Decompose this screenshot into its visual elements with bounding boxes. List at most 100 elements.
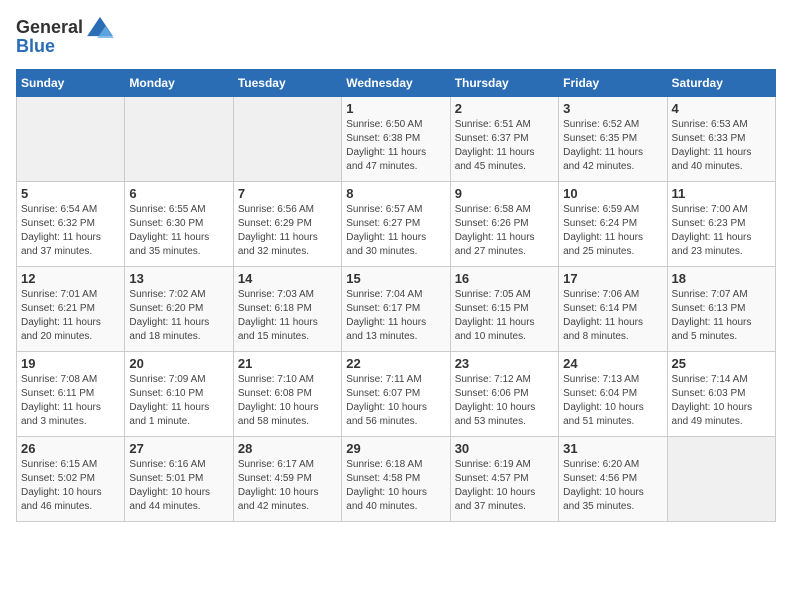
day-info: Sunrise: 7:01 AM Sunset: 6:21 PM Dayligh… [21,288,120,344]
day-info: Sunrise: 6:51 AM Sunset: 6:37 PM Dayligh… [455,118,554,174]
day-info: Sunrise: 6:59 AM Sunset: 6:24 PM Dayligh… [563,203,662,259]
day-number: 10 [563,186,662,201]
day-info: Sunrise: 6:55 AM Sunset: 6:30 PM Dayligh… [129,203,228,259]
page-header: General Blue [16,16,776,57]
calendar-week-row: 12 Sunrise: 7:01 AM Sunset: 6:21 PM Dayli… [17,267,776,352]
calendar-cell [17,97,125,182]
day-info: Sunrise: 6:58 AM Sunset: 6:26 PM Dayligh… [455,203,554,259]
day-number: 12 [21,271,120,286]
calendar-cell: 11 Sunrise: 7:00 AM Sunset: 6:23 PM Dayli… [667,182,775,267]
day-info: Sunrise: 7:07 AM Sunset: 6:13 PM Dayligh… [672,288,771,344]
day-info: Sunrise: 7:03 AM Sunset: 6:18 PM Dayligh… [238,288,337,344]
weekday-header: Tuesday [233,70,341,97]
day-number: 7 [238,186,337,201]
calendar-cell: 29 Sunrise: 6:18 AM Sunset: 4:58 PM Dayli… [342,437,450,522]
day-number: 1 [346,101,445,116]
logo-general-text: General [16,17,83,38]
day-number: 23 [455,356,554,371]
calendar-cell: 7 Sunrise: 6:56 AM Sunset: 6:29 PM Daylig… [233,182,341,267]
calendar-cell: 15 Sunrise: 7:04 AM Sunset: 6:17 PM Dayli… [342,267,450,352]
calendar-cell: 31Sunrise: 6:20 AM Sunset: 4:56 PM Dayli… [559,437,667,522]
calendar-cell: 9 Sunrise: 6:58 AM Sunset: 6:26 PM Daylig… [450,182,558,267]
calendar-cell: 10 Sunrise: 6:59 AM Sunset: 6:24 PM Dayli… [559,182,667,267]
day-info: Sunrise: 7:09 AM Sunset: 6:10 PM Dayligh… [129,373,228,429]
calendar-cell [125,97,233,182]
calendar-cell: 17Sunrise: 7:06 AM Sunset: 6:14 PM Dayli… [559,267,667,352]
calendar-cell: 27Sunrise: 6:16 AM Sunset: 5:01 PM Dayli… [125,437,233,522]
day-info: Sunrise: 7:04 AM Sunset: 6:17 PM Dayligh… [346,288,445,344]
weekday-header: Thursday [450,70,558,97]
day-number: 27 [129,441,228,456]
day-number: 19 [21,356,120,371]
day-number: 24 [563,356,662,371]
logo: General Blue [16,16,114,57]
calendar-cell: 20 Sunrise: 7:09 AM Sunset: 6:10 PM Dayli… [125,352,233,437]
calendar-cell: 8Sunrise: 6:57 AM Sunset: 6:27 PM Daylig… [342,182,450,267]
calendar-week-row: 19Sunrise: 7:08 AM Sunset: 6:11 PM Dayli… [17,352,776,437]
calendar-cell: 16 Sunrise: 7:05 AM Sunset: 6:15 PM Dayli… [450,267,558,352]
day-info: Sunrise: 7:02 AM Sunset: 6:20 PM Dayligh… [129,288,228,344]
day-number: 20 [129,356,228,371]
calendar-cell: 30 Sunrise: 6:19 AM Sunset: 4:57 PM Dayli… [450,437,558,522]
calendar-cell: 26 Sunrise: 6:15 AM Sunset: 5:02 PM Dayli… [17,437,125,522]
calendar-cell: 13 Sunrise: 7:02 AM Sunset: 6:20 PM Dayli… [125,267,233,352]
day-number: 21 [238,356,337,371]
day-number: 26 [21,441,120,456]
day-number: 28 [238,441,337,456]
day-number: 30 [455,441,554,456]
calendar-cell [667,437,775,522]
day-info: Sunrise: 6:19 AM Sunset: 4:57 PM Dayligh… [455,458,554,514]
day-info: Sunrise: 7:00 AM Sunset: 6:23 PM Dayligh… [672,203,771,259]
day-number: 25 [672,356,771,371]
day-info: Sunrise: 6:54 AM Sunset: 6:32 PM Dayligh… [21,203,120,259]
calendar-week-row: 26 Sunrise: 6:15 AM Sunset: 5:02 PM Dayli… [17,437,776,522]
calendar-cell: 21 Sunrise: 7:10 AM Sunset: 6:08 PM Dayli… [233,352,341,437]
day-number: 6 [129,186,228,201]
calendar-cell: 22Sunrise: 7:11 AM Sunset: 6:07 PM Dayli… [342,352,450,437]
day-info: Sunrise: 7:11 AM Sunset: 6:07 PM Dayligh… [346,373,445,429]
weekday-header: Saturday [667,70,775,97]
day-info: Sunrise: 7:06 AM Sunset: 6:14 PM Dayligh… [563,288,662,344]
day-number: 18 [672,271,771,286]
calendar-cell: 12 Sunrise: 7:01 AM Sunset: 6:21 PM Dayli… [17,267,125,352]
day-info: Sunrise: 6:52 AM Sunset: 6:35 PM Dayligh… [563,118,662,174]
day-info: Sunrise: 6:50 AM Sunset: 6:38 PM Dayligh… [346,118,445,174]
day-info: Sunrise: 6:18 AM Sunset: 4:58 PM Dayligh… [346,458,445,514]
day-number: 16 [455,271,554,286]
day-number: 9 [455,186,554,201]
weekday-header: Sunday [17,70,125,97]
calendar-cell [233,97,341,182]
weekday-header: Wednesday [342,70,450,97]
calendar-cell: 28 Sunrise: 6:17 AM Sunset: 4:59 PM Dayli… [233,437,341,522]
day-number: 13 [129,271,228,286]
calendar-cell: 24Sunrise: 7:13 AM Sunset: 6:04 PM Dayli… [559,352,667,437]
weekday-header: Monday [125,70,233,97]
day-number: 11 [672,186,771,201]
calendar-cell: 14 Sunrise: 7:03 AM Sunset: 6:18 PM Dayli… [233,267,341,352]
day-info: Sunrise: 7:05 AM Sunset: 6:15 PM Dayligh… [455,288,554,344]
day-info: Sunrise: 6:17 AM Sunset: 4:59 PM Dayligh… [238,458,337,514]
calendar-cell: 1 Sunrise: 6:50 AM Sunset: 6:38 PM Daylig… [342,97,450,182]
day-info: Sunrise: 7:10 AM Sunset: 6:08 PM Dayligh… [238,373,337,429]
calendar-cell: 6 Sunrise: 6:55 AM Sunset: 6:30 PM Daylig… [125,182,233,267]
day-number: 15 [346,271,445,286]
day-info: Sunrise: 7:12 AM Sunset: 6:06 PM Dayligh… [455,373,554,429]
weekday-header: Friday [559,70,667,97]
day-number: 14 [238,271,337,286]
day-number: 2 [455,101,554,116]
calendar-cell: 25Sunrise: 7:14 AM Sunset: 6:03 PM Dayli… [667,352,775,437]
calendar-cell: 5 Sunrise: 6:54 AM Sunset: 6:32 PM Daylig… [17,182,125,267]
day-info: Sunrise: 6:15 AM Sunset: 5:02 PM Dayligh… [21,458,120,514]
day-number: 5 [21,186,120,201]
logo-icon [86,16,114,38]
calendar-cell: 2 Sunrise: 6:51 AM Sunset: 6:37 PM Daylig… [450,97,558,182]
day-number: 4 [672,101,771,116]
calendar-cell: 3Sunrise: 6:52 AM Sunset: 6:35 PM Daylig… [559,97,667,182]
day-number: 29 [346,441,445,456]
day-info: Sunrise: 6:56 AM Sunset: 6:29 PM Dayligh… [238,203,337,259]
logo-blue-text: Blue [16,36,55,57]
calendar-table: SundayMondayTuesdayWednesdayThursdayFrid… [16,69,776,522]
calendar-cell: 23 Sunrise: 7:12 AM Sunset: 6:06 PM Dayli… [450,352,558,437]
day-number: 31 [563,441,662,456]
calendar-week-row: 1 Sunrise: 6:50 AM Sunset: 6:38 PM Daylig… [17,97,776,182]
